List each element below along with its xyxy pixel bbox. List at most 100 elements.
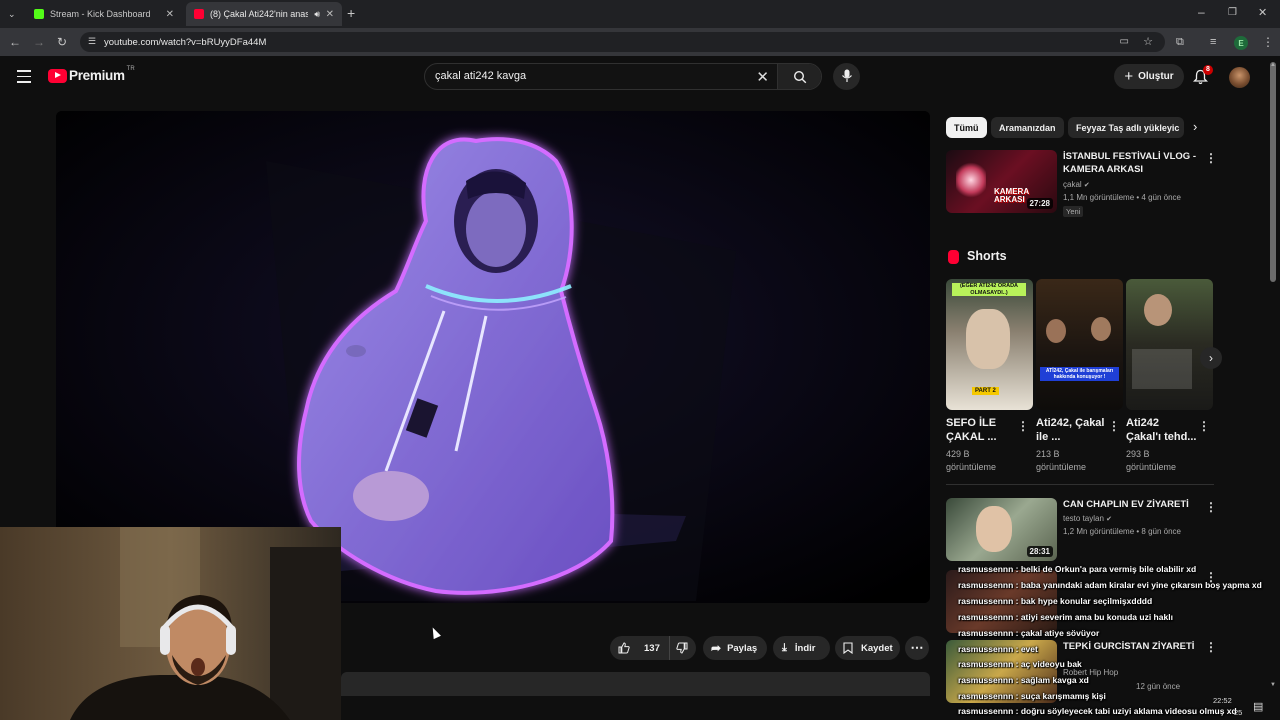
chips-next-icon[interactable]: › (1193, 119, 1197, 134)
description-box[interactable] (341, 672, 930, 696)
notifications-button[interactable]: 8 (1192, 65, 1213, 90)
thumbs-down-icon (676, 642, 688, 654)
scroll-down-icon[interactable]: ▼ (1270, 682, 1276, 688)
mouse-cursor-icon (429, 625, 441, 640)
short-title[interactable]: SEFO İLE ÇAKAL ... (946, 416, 997, 444)
share-button[interactable]: ➦ Paylaş (703, 636, 767, 660)
notification-count-badge: 8 (1203, 65, 1213, 75)
video-title[interactable]: İSTANBUL FESTİVALİ VLOG - KAMERA ARKASI (1063, 150, 1203, 176)
chip-uploader[interactable]: Feyyaz Taş adlı yükleyic (1068, 117, 1184, 138)
close-tab-icon[interactable]: ✕ (166, 9, 174, 20)
short-menu-icon[interactable]: ⋮ (1198, 419, 1210, 433)
youtube-favicon-icon (194, 9, 204, 19)
video-title-line: KAMERA ARKASI (1063, 164, 1144, 175)
video-title[interactable]: TEPKİ GURCİSTAN ZİYARETİ (1063, 640, 1194, 653)
tab-youtube[interactable]: (8) Çakal Ati242'nin anasına 🔊︎ ✕ (186, 2, 342, 26)
user-avatar[interactable] (1229, 67, 1250, 88)
shorts-next-button[interactable]: › (1200, 347, 1222, 369)
video-menu-icon[interactable]: ⋮ (1205, 151, 1217, 165)
search-button[interactable] (777, 64, 821, 89)
chip-all[interactable]: Tümü (946, 117, 987, 138)
shorts-logo-icon (948, 250, 959, 264)
short-title[interactable]: Ati242 Çakal'ı tehd... (1126, 416, 1196, 444)
browser-menu-icon[interactable]: ⋮ (1262, 36, 1274, 48)
channel-text: testo taylan (1063, 514, 1104, 523)
search-box[interactable]: çakal ati242 kavga ✕ (424, 63, 822, 90)
shorts-heading: Shorts (967, 249, 1007, 263)
back-icon[interactable]: ← (9, 36, 21, 48)
new-tab-icon[interactable]: + (347, 6, 355, 20)
notification-center-icon[interactable]: ▤ (1253, 700, 1263, 713)
youtube-logo[interactable]: Premium TR (48, 66, 135, 83)
channel-name[interactable]: çakal ✔ (1063, 179, 1090, 192)
share-label: Paylaş (727, 642, 758, 654)
search-icon (793, 70, 807, 84)
save-button[interactable]: Kaydet (835, 636, 900, 660)
search-input[interactable]: çakal ati242 kavga (435, 70, 526, 82)
youtube-play-logo-icon (48, 68, 67, 83)
short-title-line: Çakal'ı tehd... (1126, 431, 1197, 443)
video-thumbnail[interactable]: 28:31 (946, 498, 1057, 561)
download-label: İndir (794, 642, 816, 654)
chip-label: Tümü (954, 122, 979, 133)
video-menu-icon[interactable]: ⋮ (1205, 500, 1217, 514)
chevron-right-icon: › (1209, 351, 1213, 365)
reading-list-icon[interactable]: ≡ (1210, 36, 1216, 48)
video-meta: 1,1 Mn görüntüleme • 4 gün önce (1063, 193, 1181, 202)
video-title[interactable]: CAN CHAPLIN EV ZİYARETİ (1063, 498, 1189, 511)
short-thumbnail[interactable]: ATİ242, Çakal ile barışmaları hakkında k… (1036, 279, 1123, 410)
profile-avatar[interactable]: E (1234, 36, 1248, 50)
clear-search-icon[interactable]: ✕ (756, 68, 769, 86)
duration-badge: 27:28 (1026, 198, 1053, 209)
more-actions-button[interactable]: ⋯ (905, 636, 929, 660)
url-field[interactable]: ☰ youtube.com/watch?v=bRUyyDFa44M ▭ ☆ (80, 32, 1165, 52)
short-menu-icon[interactable]: ⋮ (1108, 419, 1120, 433)
chip-label: Feyyaz Taş adlı yükleyic (1076, 122, 1180, 133)
video-thumbnail[interactable]: KAMERA ARKASI 27:28 (946, 150, 1057, 213)
cast-icon[interactable]: ▭ (1120, 36, 1129, 47)
minimize-icon[interactable]: – (1198, 6, 1205, 18)
chip-from-search[interactable]: Aramanızdan (991, 117, 1064, 138)
like-button[interactable]: 137 (610, 636, 670, 660)
short-views-label: görüntüleme (1036, 462, 1087, 472)
taskbar-clock[interactable]: 22:52 (1213, 696, 1232, 705)
short-title-line: Ati242 (1126, 417, 1160, 429)
video-meta: 1,2 Mn görüntüleme • 8 gün önce (1063, 527, 1181, 536)
dislike-button[interactable] (670, 636, 688, 660)
short-thumbnail[interactable]: (EĞER ATİ242 ORADA OLMASAYDI..) PART 2 (946, 279, 1033, 410)
close-tab-icon[interactable]: ✕ (326, 9, 334, 20)
short-title-line: SEFO İLE (946, 417, 997, 429)
short-title-line: ile ... (1036, 431, 1061, 443)
short-thumbnail[interactable] (1126, 279, 1213, 410)
create-button[interactable]: + Oluştur (1114, 64, 1184, 89)
channel-name[interactable]: testo taylan ✔ (1063, 513, 1112, 526)
short-menu-icon[interactable]: ⋮ (1017, 419, 1029, 433)
forward-icon[interactable]: → (33, 36, 45, 48)
duration-badge: 28:31 (1026, 546, 1053, 557)
extensions-icon[interactable]: ⧉ (1176, 36, 1184, 48)
hamburger-menu-icon[interactable] (17, 70, 31, 83)
bookmark-star-icon[interactable]: ☆ (1143, 35, 1153, 48)
restore-icon[interactable]: ❐ (1228, 7, 1237, 19)
chat-message: rasmussennn : evet (958, 644, 1038, 654)
chat-message: rasmussennn : atiyi severim ama bu konud… (958, 612, 1173, 622)
tab-list-icon[interactable]: ⌄ (8, 8, 16, 20)
chat-message: rasmussennn : doğru söyleyecek tabi uziy… (958, 706, 1237, 716)
section-divider (946, 484, 1214, 485)
short-title[interactable]: Ati242, Çakal ile ... (1036, 416, 1104, 444)
site-info-icon[interactable]: ☰ (88, 36, 96, 47)
video-menu-icon[interactable]: ⋮ (1205, 640, 1217, 654)
short-caption: ATİ242, Çakal ile barışmaları hakkında k… (1040, 367, 1119, 381)
voice-search-button[interactable] (833, 63, 860, 90)
reload-icon[interactable]: ↻ (57, 36, 67, 48)
kick-favicon-icon (34, 9, 44, 19)
chat-message: rasmussennn : suça karışmamış kişi (958, 691, 1106, 701)
taskbar-date[interactable]: 25 (1234, 708, 1242, 717)
download-button[interactable]: ⤓ İndir (773, 636, 830, 660)
scroll-up-icon[interactable]: ▲ (1270, 62, 1276, 68)
close-window-icon[interactable]: ✕ (1258, 7, 1267, 19)
page-scrollbar[interactable] (1270, 62, 1276, 282)
verified-icon: ✔ (1083, 182, 1090, 189)
tab-kick-dashboard[interactable]: Stream - Kick Dashboard ✕ (26, 2, 182, 26)
speaker-icon[interactable]: 🔊︎ (314, 9, 320, 20)
